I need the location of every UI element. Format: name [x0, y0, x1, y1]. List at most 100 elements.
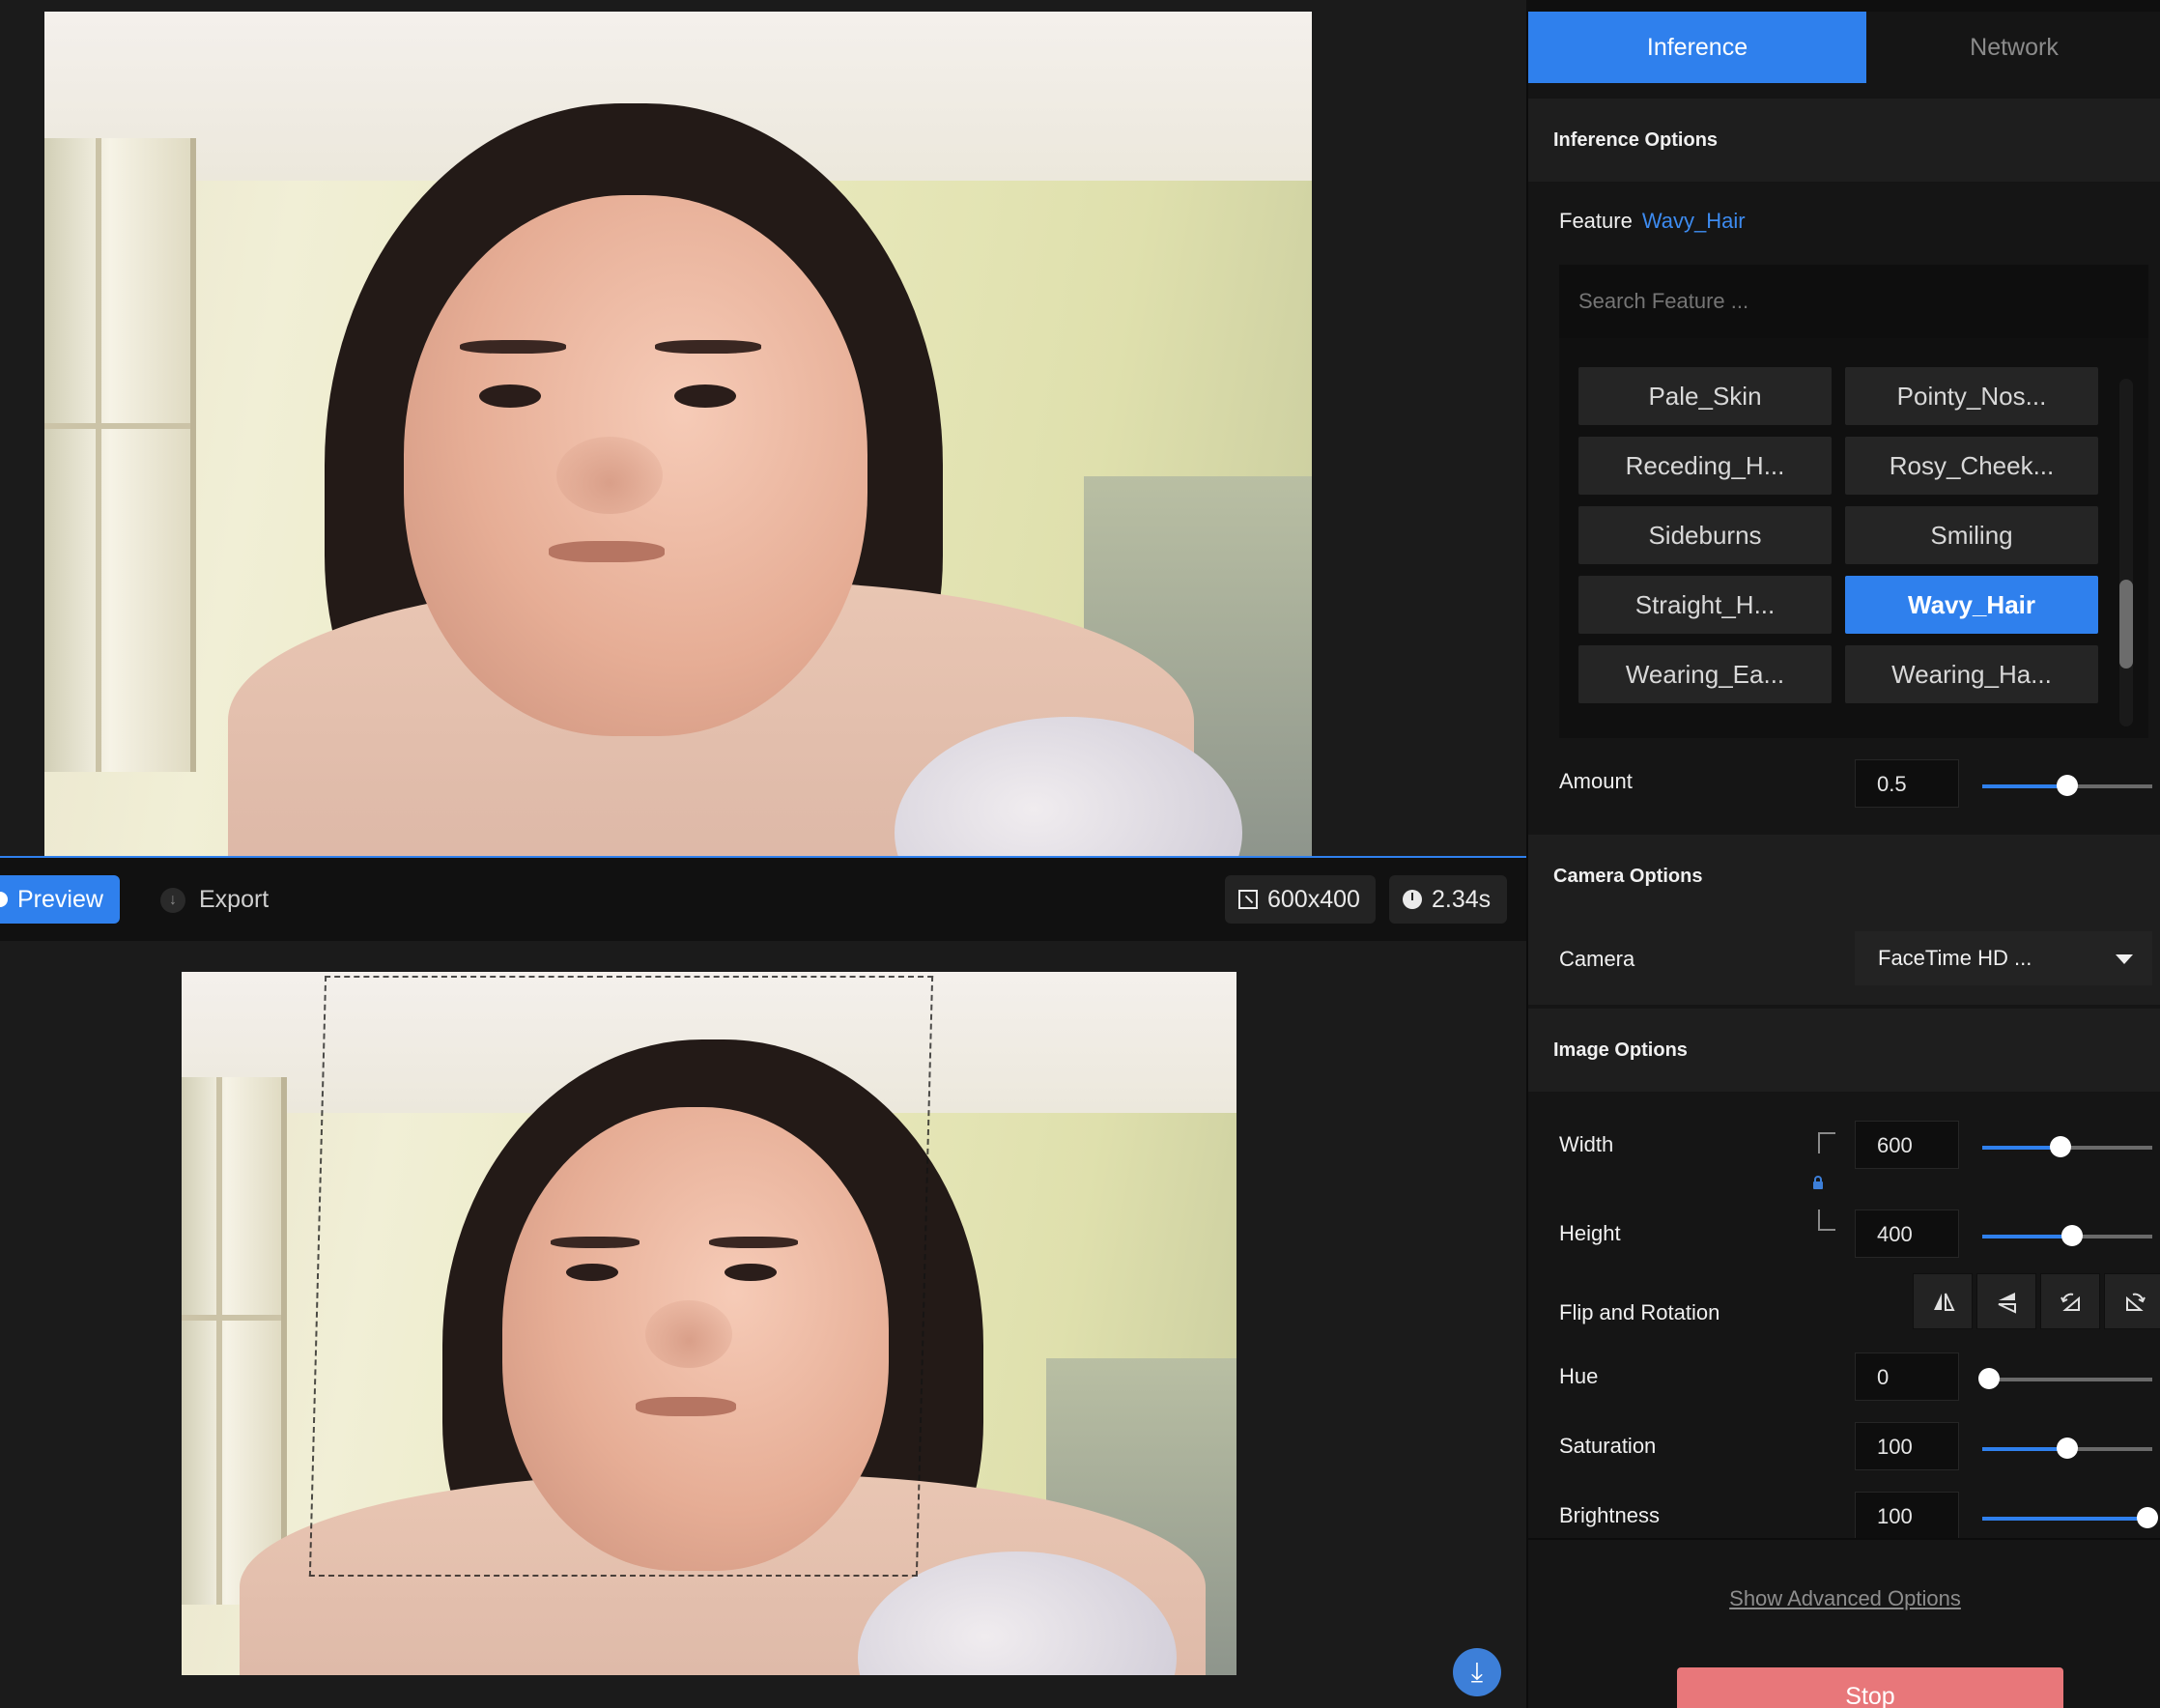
- nose: [556, 437, 663, 514]
- tab-bar: Inference Network: [1528, 12, 2160, 83]
- amount-input[interactable]: 0.5: [1855, 759, 1959, 808]
- preview-toolbar: Preview ↓ Export 600x400 2.34s: [0, 858, 1526, 941]
- slider-knob[interactable]: [2057, 1438, 2078, 1459]
- slider-fill: [1982, 1517, 2147, 1521]
- flip-horizontal-icon: [1934, 1293, 1955, 1311]
- brightness-input[interactable]: 100: [1855, 1492, 1959, 1540]
- feature-chip[interactable]: Sideburns: [1578, 506, 1832, 564]
- show-advanced-options-link[interactable]: Show Advanced Options: [1528, 1586, 2160, 1611]
- hue-label: Hue: [1559, 1364, 1599, 1388]
- width-slider[interactable]: [1982, 1136, 2152, 1157]
- stop-button[interactable]: Stop: [1677, 1667, 2063, 1708]
- feature-chip[interactable]: Smiling: [1845, 506, 2098, 564]
- slider-knob[interactable]: [2049, 1136, 2071, 1157]
- download-circle-icon: ↓: [160, 888, 185, 913]
- left-eye: [479, 384, 541, 408]
- brightness-label: Brightness: [1559, 1503, 1660, 1527]
- dot-icon: [0, 892, 8, 907]
- camera-options-header: Camera Options: [1528, 835, 2160, 918]
- aspect-link-bracket-bottom: [1818, 1210, 1835, 1231]
- left-eyebrow: [460, 340, 566, 354]
- flip-vertical-button[interactable]: [1976, 1273, 2036, 1329]
- result-image: [182, 972, 1236, 1675]
- feature-chip[interactable]: Straight_H...: [1578, 576, 1832, 634]
- rotate-left-icon: [2061, 1293, 2080, 1311]
- feature-chip[interactable]: Pale_Skin: [1578, 367, 1832, 425]
- footer-divider: [1528, 1538, 2160, 1540]
- camera-label: Camera: [1559, 947, 1635, 971]
- inference-options-header: Inference Options: [1528, 99, 2160, 182]
- camera-select-value: FaceTime HD ...: [1878, 946, 2032, 970]
- download-button[interactable]: ⤓: [1453, 1648, 1501, 1696]
- feature-scrollbar-thumb[interactable]: [2119, 580, 2133, 669]
- clock-icon: [1403, 890, 1422, 909]
- tab-network[interactable]: Network: [1866, 12, 2160, 83]
- hue-input[interactable]: 0: [1855, 1352, 1959, 1401]
- aspect-link-bracket-top: [1818, 1132, 1835, 1153]
- feature-chip[interactable]: Wearing_Ha...: [1845, 645, 2098, 703]
- window: [44, 138, 197, 772]
- mouth: [549, 541, 665, 562]
- rotate-left-button[interactable]: [2040, 1273, 2100, 1329]
- inference-time-badge: 2.34s: [1389, 875, 1507, 924]
- width-input[interactable]: 600: [1855, 1121, 1959, 1169]
- saturation-input[interactable]: 100: [1855, 1422, 1959, 1470]
- window: [182, 1077, 288, 1606]
- settings-panel: Inference Network Inference Options Feat…: [1526, 12, 2160, 1708]
- right-eye: [674, 384, 736, 408]
- feature-grid: Pale_Skin Pointy_Nos... Receding_H... Ro…: [1559, 338, 2148, 738]
- rotate-right-button[interactable]: [2104, 1273, 2160, 1329]
- app-window: Preview ↓ Export 600x400 2.34s ⤓ Inferen…: [0, 0, 2160, 1708]
- feature-chip[interactable]: Rosy_Cheek...: [1845, 437, 2098, 495]
- inference-time-text: 2.34s: [1432, 886, 1492, 913]
- height-label: Height: [1559, 1221, 1621, 1245]
- resolution-badge: 600x400: [1225, 875, 1376, 924]
- slider-fill: [1982, 1146, 2061, 1150]
- saturation-slider[interactable]: [1982, 1438, 2152, 1459]
- download-icon: ⤓: [1470, 1657, 1484, 1687]
- export-button[interactable]: ↓ Export: [158, 875, 269, 924]
- resolution-text: 600x400: [1267, 886, 1360, 913]
- feature-row: Feature Wavy_Hair: [1559, 209, 1746, 234]
- slider-knob[interactable]: [2057, 775, 2078, 796]
- feature-chip[interactable]: Pointy_Nos...: [1845, 367, 2098, 425]
- image-options-header: Image Options: [1528, 1009, 2160, 1092]
- slider-fill: [1982, 1235, 2073, 1238]
- feature-chip[interactable]: Receding_H...: [1578, 437, 1832, 495]
- face-crop-box: [308, 976, 934, 1577]
- slider-knob[interactable]: [2136, 1507, 2158, 1528]
- feature-value: Wavy_Hair: [1641, 209, 1746, 233]
- width-label: Width: [1559, 1132, 1614, 1156]
- slider-knob[interactable]: [1978, 1368, 2001, 1389]
- amount-label: Amount: [1559, 769, 1633, 793]
- preview-label: Preview: [17, 886, 103, 913]
- resize-icon: [1238, 890, 1258, 909]
- flip-horizontal-button[interactable]: [1913, 1273, 1973, 1329]
- lock-icon[interactable]: [1811, 1176, 1825, 1189]
- export-label: Export: [199, 886, 270, 913]
- preview-pane: Preview ↓ Export 600x400 2.34s ⤓: [0, 0, 1526, 1708]
- flip-rotation-label: Flip and Rotation: [1559, 1300, 1720, 1324]
- height-slider[interactable]: [1982, 1225, 2152, 1246]
- rotate-right-icon: [2126, 1293, 2146, 1311]
- tab-inference[interactable]: Inference: [1528, 12, 1866, 83]
- height-input[interactable]: 400: [1855, 1210, 1959, 1258]
- slider-fill: [1982, 1447, 2067, 1451]
- hue-slider[interactable]: [1978, 1368, 2152, 1389]
- feature-chip-selected[interactable]: Wavy_Hair: [1845, 576, 2098, 634]
- amount-slider[interactable]: [1982, 775, 2152, 796]
- feature-scrollbar-track[interactable]: [2119, 379, 2133, 726]
- slider-knob[interactable]: [2061, 1225, 2084, 1246]
- right-eyebrow: [655, 340, 761, 354]
- chevron-down-icon: [2116, 954, 2133, 964]
- camera-preview-image: [44, 12, 1312, 856]
- feature-search-input[interactable]: [1559, 265, 2148, 338]
- camera-select[interactable]: FaceTime HD ...: [1855, 931, 2152, 985]
- brightness-slider[interactable]: [1982, 1507, 2158, 1528]
- feature-chip[interactable]: Wearing_Ea...: [1578, 645, 1832, 703]
- slider-fill: [1982, 784, 2067, 788]
- feature-label: Feature: [1559, 209, 1633, 233]
- saturation-label: Saturation: [1559, 1434, 1657, 1458]
- preview-button[interactable]: Preview: [0, 875, 120, 924]
- flip-vertical-icon: [1998, 1293, 2016, 1314]
